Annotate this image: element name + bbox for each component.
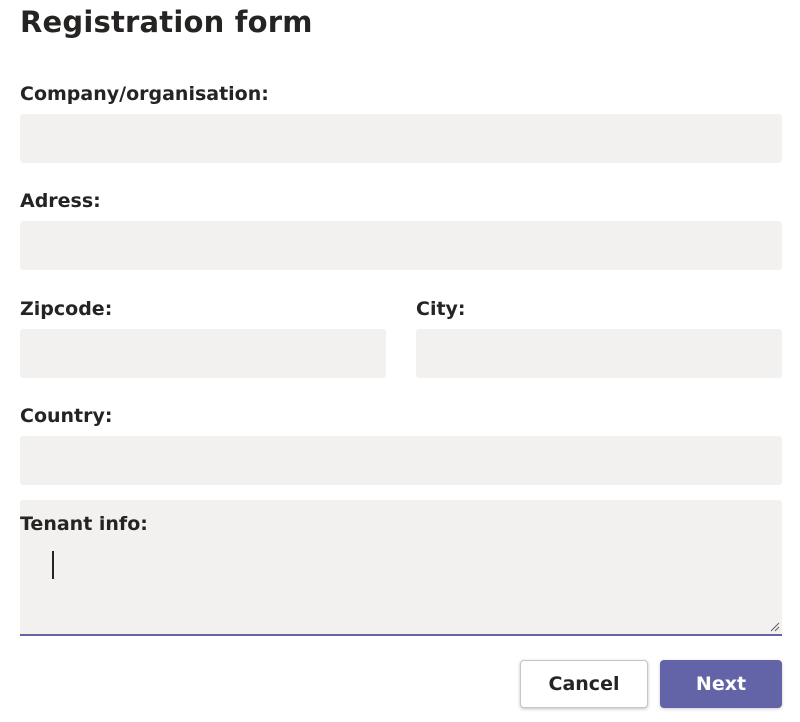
country-input[interactable]: [20, 436, 782, 485]
company-input[interactable]: [20, 114, 782, 163]
cancel-button[interactable]: Cancel: [520, 660, 648, 708]
form-title: Registration form: [20, 5, 313, 39]
zipcode-label: Zipcode:: [20, 298, 113, 320]
resize-grip-icon[interactable]: [770, 622, 780, 632]
address-input[interactable]: [20, 221, 782, 270]
next-button[interactable]: Next: [660, 660, 782, 708]
text-cursor: [52, 551, 54, 579]
address-label: Adress:: [20, 190, 101, 212]
tenant-info-textarea[interactable]: [20, 544, 782, 632]
tenant-info-field[interactable]: Tenant info:: [20, 500, 782, 636]
city-input[interactable]: [416, 329, 782, 378]
company-label: Company/organisation:: [20, 83, 269, 105]
city-label: City:: [416, 298, 466, 320]
zipcode-input[interactable]: [20, 329, 386, 378]
tenant-info-label: Tenant info:: [20, 513, 148, 535]
country-label: Country:: [20, 405, 113, 427]
